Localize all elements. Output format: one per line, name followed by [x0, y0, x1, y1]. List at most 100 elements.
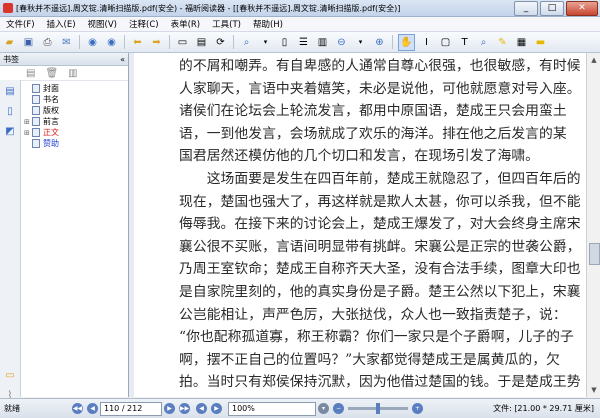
email-icon[interactable]: ✉ — [59, 35, 74, 50]
bookmark-item[interactable]: 赞助 — [24, 138, 59, 149]
forward-arrow-icon[interactable]: ➡ — [149, 35, 164, 50]
next-page-icon[interactable]: ◉ — [104, 35, 119, 50]
menu-comment[interactable]: 注释(C) — [123, 18, 165, 30]
text-line: 乃周王室钦命；楚成王自称齐天大圣，没有合法手续，图章大印也 — [179, 261, 581, 278]
bookmark-list: 封面 书名 版权 ⊞ 前言 ⊞ 正文 赞助 — [24, 83, 59, 149]
menu-tools[interactable]: 工具(T) — [206, 18, 247, 30]
bookmark-item[interactable]: ⊞ 前言 — [24, 116, 59, 127]
last-page-button[interactable]: ▶▶ — [179, 403, 190, 414]
text-line: “你也配称孤道寡，称王称霸？你们一家只是个子爵啊，儿子的子 — [179, 329, 574, 346]
zoom-dropdown-icon[interactable]: ▾ — [258, 35, 273, 50]
zoom-input[interactable]: 100% — [228, 401, 316, 416]
first-page-button[interactable]: ◀◀ — [72, 403, 83, 414]
new-bookmark-icon[interactable]: ▤ — [26, 68, 35, 79]
save-icon[interactable]: ▣ — [21, 35, 36, 50]
close-button[interactable]: ✕ — [566, 0, 598, 16]
fit-page-icon[interactable]: ▭ — [175, 35, 190, 50]
menu-view[interactable]: 视图(V) — [82, 18, 123, 30]
layers-tab-icon[interactable]: ◩ — [3, 126, 17, 140]
scroll-thumb[interactable] — [589, 243, 600, 265]
text-line: 侮辱我。在接下来的讨论会上，楚成王爆发了，对大会终身主席宋 — [179, 216, 581, 233]
bookmark-label: 正文 — [43, 128, 59, 137]
zoom-out-icon[interactable]: ⊖ — [334, 35, 349, 50]
delete-bookmark-icon[interactable]: 🗑 — [45, 68, 58, 79]
zoom-in-icon[interactable]: ⊕ — [372, 35, 387, 50]
select-text-icon[interactable]: Ⅰ — [419, 35, 434, 50]
bookmark-properties-icon[interactable]: ▥ — [68, 68, 77, 79]
fit-width-icon[interactable]: ▯ — [277, 35, 292, 50]
menu-form[interactable]: 表单(R) — [165, 18, 207, 30]
typewriter-icon[interactable]: ▦ — [514, 35, 529, 50]
minimize-button[interactable]: _ — [514, 0, 538, 16]
expand-icon[interactable]: ⊞ — [24, 129, 32, 137]
bookmark-item[interactable]: ⊞ 正文 — [24, 127, 59, 138]
text-line: 公岂能相让，声严色厉，大张挞伐，众人也一致指责楚子，说： — [179, 306, 567, 323]
maximize-button[interactable]: □ — [540, 0, 564, 16]
bookmark-item[interactable]: 版权 — [24, 105, 59, 116]
facing-icon[interactable]: ▥ — [315, 35, 330, 50]
open-folder-icon[interactable]: ▰ — [2, 35, 17, 50]
toolbar-separator — [124, 35, 125, 49]
scroll-up-icon[interactable]: ▲ — [587, 53, 600, 67]
text-line: 拍。当时只有郑侯保持沉默，因为他借过楚国的钱。于是楚成王势 — [179, 374, 581, 391]
page-number-input[interactable]: 110 / 212 — [100, 401, 162, 416]
go-forward-button[interactable]: ▶ — [211, 403, 222, 414]
scroll-down-icon[interactable]: ▼ — [587, 383, 600, 397]
text-line: 国君居然还模仿他的几个切口和发言，在现场引发了海啸。 — [179, 148, 540, 165]
expand-icon[interactable]: ⊞ — [24, 118, 32, 126]
status-text: 就绪 — [4, 404, 20, 413]
bookmark-item[interactable]: 书名 — [24, 94, 59, 105]
zoom-in-status-button[interactable]: + — [412, 403, 423, 414]
bookmarks-panel-header: 书签 « — [0, 53, 128, 66]
bookmark-item[interactable]: 封面 — [24, 83, 59, 94]
toolbar-separator — [392, 35, 393, 49]
bookmark-doc-icon — [32, 84, 40, 93]
bookmark-doc-icon — [32, 95, 40, 104]
text-line: 现在，楚国也强大了，再这样就是欺人太甚，你可以杀我，但不能 — [179, 193, 581, 210]
bookmark-label: 赞助 — [43, 139, 59, 148]
zoom-out-dropdown-icon[interactable]: ▾ — [353, 35, 368, 50]
page-layout-icon[interactable]: ▤ — [194, 35, 209, 50]
print-icon[interactable]: ⎙ — [40, 35, 55, 50]
zoom-out-status-button[interactable]: − — [333, 403, 344, 414]
bookmark-label: 书名 — [43, 95, 59, 104]
hand-tool-icon[interactable]: ✋ — [398, 33, 415, 51]
prev-page-button[interactable]: ◀ — [87, 403, 98, 414]
back-arrow-icon[interactable]: ⬅ — [130, 35, 145, 50]
continuous-icon[interactable]: ☰ — [296, 35, 311, 50]
note-icon[interactable]: ▬ — [533, 35, 548, 50]
vertical-scrollbar[interactable]: ▲ ▼ — [586, 53, 600, 397]
bookmark-tools: ▤ 🗑 ▥ — [0, 66, 128, 81]
text-line: 诸侯们在论坛会上轮流发言，都用中原国语，楚成王只会用蛮土 — [179, 103, 567, 120]
status-bar: 就绪 ◀◀ ◀ 110 / 212 ▶ ▶▶ ◀ ▶ 100% ▾ − + 文件… — [0, 398, 600, 418]
document-view[interactable]: 的不屑和嘲弄。有自卑感的人通常自尊心很强，也很敏感，有时候 人家聊天，言语中夹着… — [134, 53, 586, 397]
highlight-icon[interactable]: ✎ — [495, 35, 510, 50]
next-page-button[interactable]: ▶ — [164, 403, 175, 414]
bookmarks-tab-icon[interactable]: ▤ — [3, 86, 17, 100]
title-bar: [春秋并不遥远].周文锭.清晰扫描版.pdf(安全) - 福昕阅读器 - [[春… — [0, 0, 600, 17]
document-size: 文件: [21.00 * 29.71 厘米] — [493, 404, 594, 413]
menu-file[interactable]: 文件(F) — [0, 18, 41, 30]
toolbar-separator — [169, 35, 170, 49]
comments-tab-icon[interactable]: ▭ — [3, 370, 17, 384]
zoom-menu-button[interactable]: ▾ — [318, 403, 329, 414]
zoom-slider-thumb[interactable] — [376, 403, 380, 414]
menu-help[interactable]: 帮助(H) — [247, 18, 289, 30]
snapshot-icon[interactable]: ▢ — [438, 35, 453, 50]
window-title: [春秋并不遥远].周文锭.清晰扫描版.pdf(安全) - 福昕阅读器 - [[春… — [16, 3, 401, 13]
bookmark-doc-icon — [32, 139, 40, 148]
rotate-icon[interactable]: ⟳ — [213, 35, 228, 50]
bookmark-label: 版权 — [43, 106, 59, 115]
text-tool-icon[interactable]: T — [457, 35, 472, 50]
go-back-button[interactable]: ◀ — [196, 403, 207, 414]
zoom-magnifier-icon[interactable]: ⌕ — [239, 35, 254, 50]
menu-insert[interactable]: 插入(E) — [41, 18, 82, 30]
toolbar: ▰ ▣ ⎙ ✉ ◉ ◉ ⬅ ➡ ▭ ▤ ⟳ ⌕ ▾ ▯ ☰ ▥ ⊖ ▾ ⊕ ✋ … — [0, 32, 600, 53]
bookmark-doc-icon — [32, 128, 40, 137]
pages-tab-icon[interactable]: ▯ — [3, 106, 17, 120]
find-icon[interactable]: ⌕ — [476, 35, 491, 50]
first-page-icon[interactable]: ◉ — [85, 35, 100, 50]
toolbar-separator — [233, 35, 234, 49]
collapse-panel-button[interactable]: « — [120, 55, 125, 64]
zoom-slider[interactable] — [348, 403, 408, 414]
